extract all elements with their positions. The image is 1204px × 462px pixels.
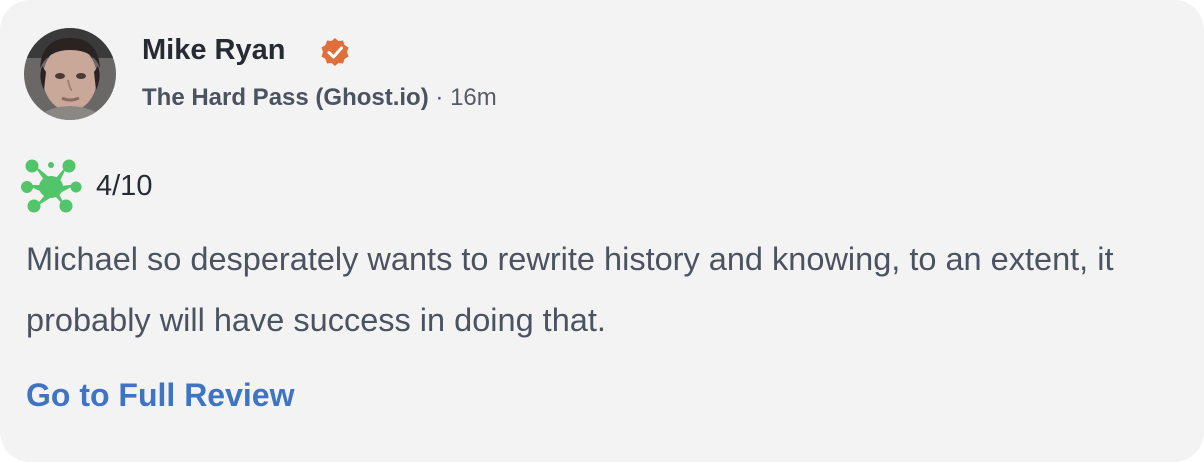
- publication-line: The Hard Pass (Ghost.io) · 16m: [142, 80, 497, 116]
- timestamp: 16m: [450, 84, 497, 111]
- full-review-link[interactable]: Go to Full Review: [26, 373, 294, 417]
- verified-badge-icon: [321, 38, 349, 66]
- separator-dot: ·: [435, 84, 444, 111]
- review-score: 4/10: [96, 170, 153, 202]
- review-quote: Michael so desperately wants to rewrite …: [26, 241, 1114, 338]
- avatar-photo: [24, 28, 116, 120]
- reviewer-avatar[interactable]: [24, 28, 116, 120]
- author-name[interactable]: Mike Ryan: [142, 30, 285, 70]
- review-card: Mike Ryan The Hard Pass (Ghost.io) · 16m…: [0, 0, 1204, 462]
- publication-name[interactable]: The Hard Pass (Ghost.io): [142, 84, 429, 111]
- rotten-splat-icon: [21, 159, 82, 213]
